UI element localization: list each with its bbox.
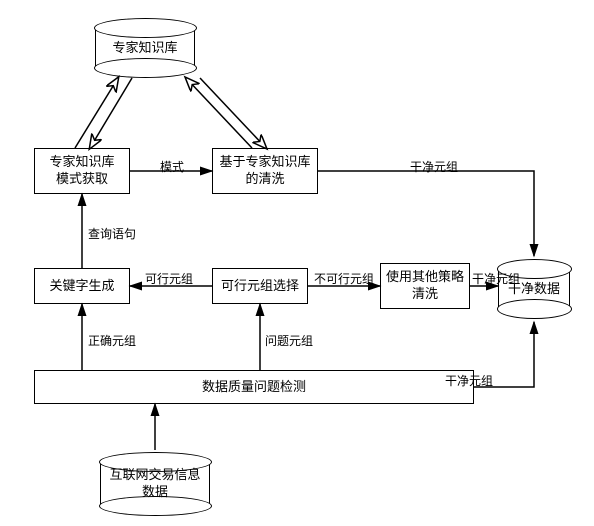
keyword-gen-box: 关键字生成 [34, 268, 130, 304]
quality-detect-label: 数据质量问题检测 [202, 379, 306, 396]
expert-kb-label: 专家知识库 [108, 40, 181, 57]
edge-infeasible-label: 不可行元组 [314, 270, 374, 287]
internet-data-cylinder: 互联网交易信息数据 [100, 462, 210, 506]
edge-clean3-label: 干净元组 [445, 372, 493, 389]
edge-clean1-label: 干净元组 [410, 158, 458, 175]
edge-problem-label: 问题元组 [265, 332, 313, 349]
expert-kb-cylinder: 专家知识库 [95, 28, 195, 68]
pattern-acq-box: 专家知识库模式获取 [34, 148, 130, 194]
kb-clean-box: 基于专家知识库的清洗 [212, 148, 318, 194]
edge-feasible-label: 可行元组 [145, 270, 193, 287]
feasible-sel-label: 可行元组选择 [221, 278, 299, 295]
kb-clean-label: 基于专家知识库的清洗 [219, 154, 310, 188]
edge-correct-label: 正确元组 [88, 332, 136, 349]
diagram-canvas: 专家知识库 干净数据 互联网交易信息数据 专家知识库模式获取 基于专家知识库的清… [0, 0, 594, 526]
clean-data-label: 干净数据 [504, 281, 564, 298]
internet-data-label: 互联网交易信息数据 [105, 467, 204, 501]
pattern-acq-label: 专家知识库模式获取 [49, 154, 114, 188]
other-clean-label: 使用其他策略清洗 [386, 269, 464, 303]
keyword-gen-label: 关键字生成 [49, 278, 114, 295]
edge-query-label: 查询语句 [88, 225, 136, 242]
feasible-sel-box: 可行元组选择 [212, 268, 308, 304]
other-clean-box: 使用其他策略清洗 [380, 263, 470, 309]
quality-detect-box: 数据质量问题检测 [34, 370, 474, 404]
edge-pattern-label: 模式 [160, 158, 184, 175]
